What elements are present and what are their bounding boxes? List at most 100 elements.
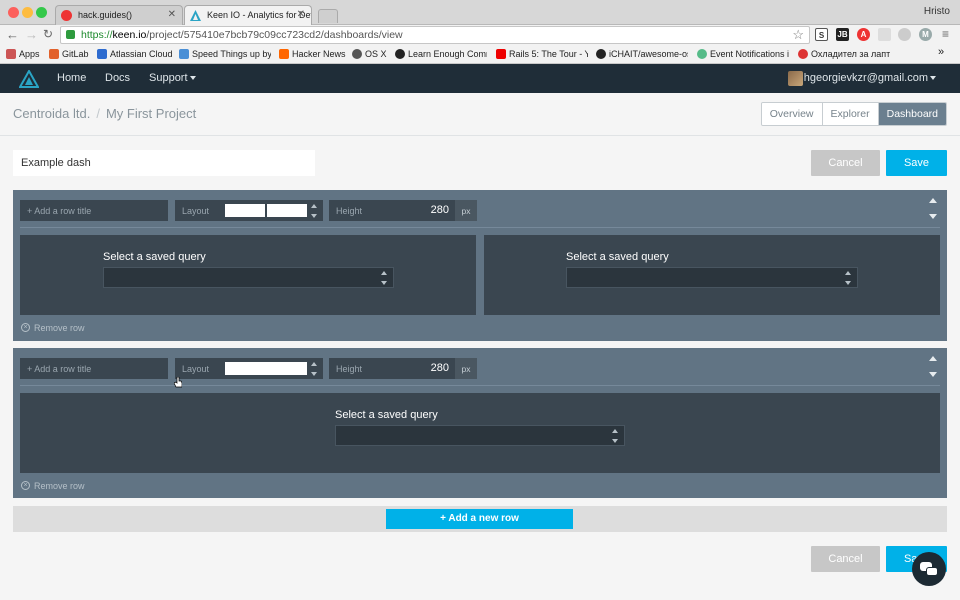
bookmark-item[interactable]: iCHAIT/awesome-osx: [596, 49, 688, 59]
forward-arrow-icon[interactable]: →: [25, 27, 38, 42]
saved-query-select[interactable]: [566, 267, 858, 288]
more-bookmarks-icon[interactable]: »: [938, 46, 944, 58]
row-title-input[interactable]: + Add a row title: [20, 200, 168, 221]
height-field[interactable]: Height 280 px: [329, 200, 477, 221]
add-row-bar: + Add a new row: [13, 506, 947, 532]
youtube-icon: [496, 49, 506, 59]
layout-stepper-icon[interactable]: [311, 204, 317, 218]
event-notifications-icon: [697, 49, 707, 59]
saved-query-select[interactable]: [103, 267, 394, 288]
bookmark-item[interactable]: Event Notifications i: [697, 49, 789, 59]
saved-query-select[interactable]: [335, 425, 625, 446]
layout-column-cell: [267, 204, 307, 217]
tab-explorer[interactable]: Explorer: [821, 103, 878, 125]
bookmark-star-icon[interactable]: ☆: [792, 27, 804, 43]
account-email: hgeorgievkzr@gmail.com: [803, 72, 928, 84]
query-tile-label: Select a saved query: [335, 409, 438, 421]
extension-blank-icon[interactable]: [878, 28, 891, 41]
close-icon: ×: [21, 481, 30, 490]
bookmark-item[interactable]: Apps: [6, 49, 40, 59]
layout-selector[interactable]: Layout: [175, 358, 323, 379]
height-value[interactable]: 280: [431, 362, 449, 374]
extension-jb-icon[interactable]: JB: [836, 28, 849, 41]
move-row-up-icon[interactable]: [929, 198, 937, 203]
bookmark-label: OS X: [365, 49, 387, 59]
move-row-down-icon[interactable]: [929, 214, 937, 219]
footer-cancel-button[interactable]: Cancel: [811, 546, 880, 572]
close-tab-icon[interactable]: ✕: [168, 9, 176, 20]
add-row-button[interactable]: + Add a new row: [386, 509, 573, 529]
query-tile-label: Select a saved query: [566, 251, 669, 263]
dashboard-row: + Add a row title Layout Height 280 px S…: [13, 190, 947, 341]
layout-stepper-icon[interactable]: [311, 362, 317, 376]
layout-column-cell: [225, 204, 265, 217]
breadcrumb-project[interactable]: My First Project: [106, 106, 196, 121]
tab-dashboard[interactable]: Dashboard: [877, 103, 946, 125]
extension-circle-icon[interactable]: [898, 28, 911, 41]
bookmark-item[interactable]: Hacker News: [279, 49, 346, 59]
select-stepper-icon: [381, 271, 387, 285]
row-title-input[interactable]: + Add a row title: [20, 358, 168, 379]
view-tabs: Overview Explorer Dashboard: [760, 102, 947, 126]
gitlab-icon: [49, 49, 59, 59]
move-row-down-icon[interactable]: [929, 372, 937, 377]
bookmark-item[interactable]: Охладител за лапто: [798, 49, 890, 59]
bookmark-label: Atlassian Cloud: [110, 49, 173, 59]
keen-logo-icon[interactable]: [19, 70, 39, 88]
nav-docs-link[interactable]: Docs: [105, 72, 130, 84]
height-label: Height: [336, 206, 363, 216]
maximize-window-button[interactable]: [36, 7, 47, 18]
hand-cursor-icon: [174, 377, 182, 388]
extension-s-icon[interactable]: S: [815, 28, 828, 41]
avatar[interactable]: [788, 71, 803, 86]
github-icon: [596, 49, 606, 59]
bookmark-label: GitLab: [62, 49, 89, 59]
chat-icon[interactable]: [912, 552, 946, 586]
browser-toolbar: ← → ↻ https://keen.io/project/575410e7bc…: [0, 25, 960, 45]
browser-user-name[interactable]: Hristo: [924, 6, 950, 17]
height-value[interactable]: 280: [431, 204, 449, 216]
browser-menu-icon[interactable]: ≡: [942, 27, 949, 41]
bookmark-item[interactable]: Speed Things up by: [179, 49, 271, 59]
url-host: keen.io: [112, 29, 147, 41]
bookmark-item[interactable]: Rails 5: The Tour - Y: [496, 49, 588, 59]
bookmark-label: iCHAIT/awesome-osx: [609, 49, 688, 59]
remove-row-button[interactable]: × Remove row: [21, 323, 85, 333]
remove-row-button[interactable]: × Remove row: [21, 481, 85, 491]
bookmark-item[interactable]: GitLab: [49, 49, 89, 59]
browser-tab-hack-guides[interactable]: hack.guides() ✕: [55, 5, 183, 25]
new-tab-button[interactable]: [318, 9, 338, 23]
tab-overview[interactable]: Overview: [761, 103, 822, 125]
reload-icon[interactable]: ↻: [43, 27, 53, 41]
nav-home-link[interactable]: Home: [57, 72, 86, 84]
account-dropdown[interactable]: hgeorgievkzr@gmail.com: [804, 72, 936, 84]
bookmark-item[interactable]: Atlassian Cloud: [97, 49, 173, 59]
bookmark-label: Hacker News: [292, 49, 346, 59]
close-window-button[interactable]: [8, 7, 19, 18]
back-arrow-icon[interactable]: ←: [6, 27, 19, 42]
close-tab-icon[interactable]: ✕: [297, 9, 305, 20]
address-bar[interactable]: https://keen.io/project/575410e7bcb79c09…: [60, 26, 810, 44]
bookmarks-bar: Apps GitLab Atlassian Cloud Speed Things…: [0, 45, 960, 64]
height-field[interactable]: Height 280 px: [329, 358, 477, 379]
bookmark-label: Speed Things up by: [192, 49, 271, 59]
bookmark-item[interactable]: Learn Enough Comm: [395, 49, 487, 59]
save-button[interactable]: Save: [886, 150, 947, 176]
extension-abp-icon[interactable]: A: [857, 28, 870, 41]
chevron-down-icon: [930, 76, 936, 81]
extension-m-icon[interactable]: M: [919, 28, 932, 41]
browser-tab-keen[interactable]: Keen IO - Analytics for Dev ✕: [184, 5, 312, 26]
bookmark-label: Event Notifications i: [710, 49, 789, 59]
nav-support-dropdown[interactable]: Support: [149, 72, 196, 84]
bookmark-item[interactable]: OS X: [352, 49, 387, 59]
breadcrumb-org[interactable]: Centroida ltd.: [13, 106, 90, 121]
query-tile: Select a saved query: [20, 235, 476, 315]
minimize-window-button[interactable]: [22, 7, 33, 18]
tab-title: hack.guides(): [78, 10, 133, 20]
remove-row-label: Remove row: [34, 481, 85, 491]
layout-selector[interactable]: Layout: [175, 200, 323, 221]
dashboard-name-input[interactable]: [13, 150, 315, 176]
cancel-button[interactable]: Cancel: [811, 150, 880, 176]
breadcrumb-separator: /: [96, 106, 100, 121]
move-row-up-icon[interactable]: [929, 356, 937, 361]
